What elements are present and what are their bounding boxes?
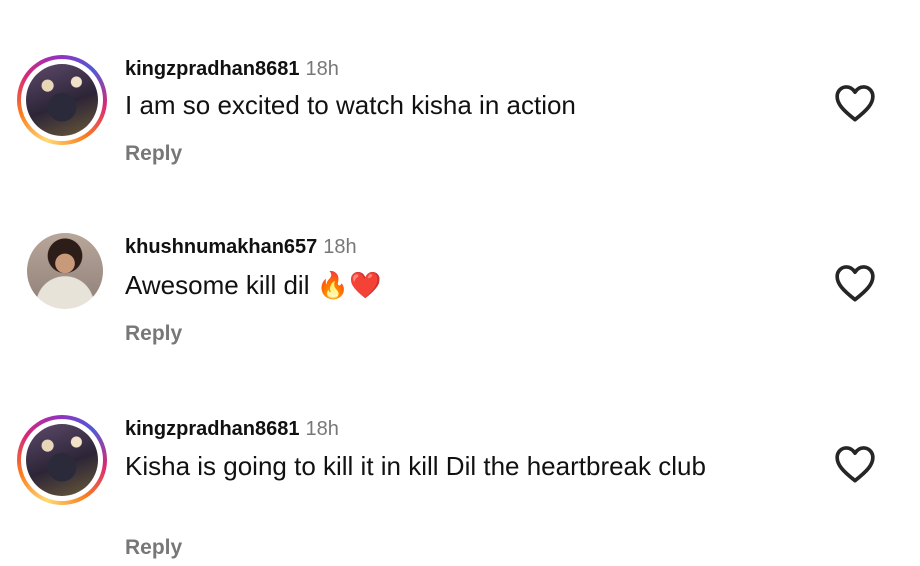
username-text[interactable]: kingzpradhan8681: [125, 58, 300, 80]
username-text[interactable]: khushnumakhan657: [125, 236, 317, 258]
emoji-fire-heart: 🔥❤️: [316, 271, 382, 301]
avatar-image: [26, 64, 98, 136]
like-button[interactable]: [834, 263, 876, 303]
username-text[interactable]: kingzpradhan8681: [125, 418, 300, 440]
avatar[interactable]: [27, 233, 103, 309]
comment-text: I am so excited to watch kisha in action: [125, 90, 576, 120]
comment-timestamp: 18h: [305, 418, 339, 440]
like-button[interactable]: [834, 444, 876, 484]
avatar[interactable]: [17, 415, 107, 505]
heart-outline-icon: [835, 265, 875, 302]
like-button[interactable]: [834, 83, 876, 123]
avatar-image: [26, 424, 98, 496]
reply-button[interactable]: Reply: [125, 536, 182, 560]
comment-username[interactable]: kingzpradhan8681 18h: [125, 58, 339, 81]
comment-text: Awesome kill dil 🔥❤️: [125, 269, 785, 302]
heart-outline-icon: [835, 85, 875, 122]
reply-button[interactable]: Reply: [125, 322, 182, 346]
comment-username[interactable]: khushnumakhan657 18h: [125, 236, 357, 259]
reply-button[interactable]: Reply: [125, 142, 182, 166]
comment-timestamp: 18h: [323, 236, 357, 258]
comment-timestamp: 18h: [305, 58, 339, 80]
heart-outline-icon: [835, 446, 875, 483]
avatar[interactable]: [17, 55, 107, 145]
comment-text-content: Awesome kill dil: [125, 270, 310, 300]
comment-username[interactable]: kingzpradhan8681 18h: [125, 418, 339, 441]
comment-text: Kisha is going to kill it in kill Dil th…: [125, 451, 706, 481]
